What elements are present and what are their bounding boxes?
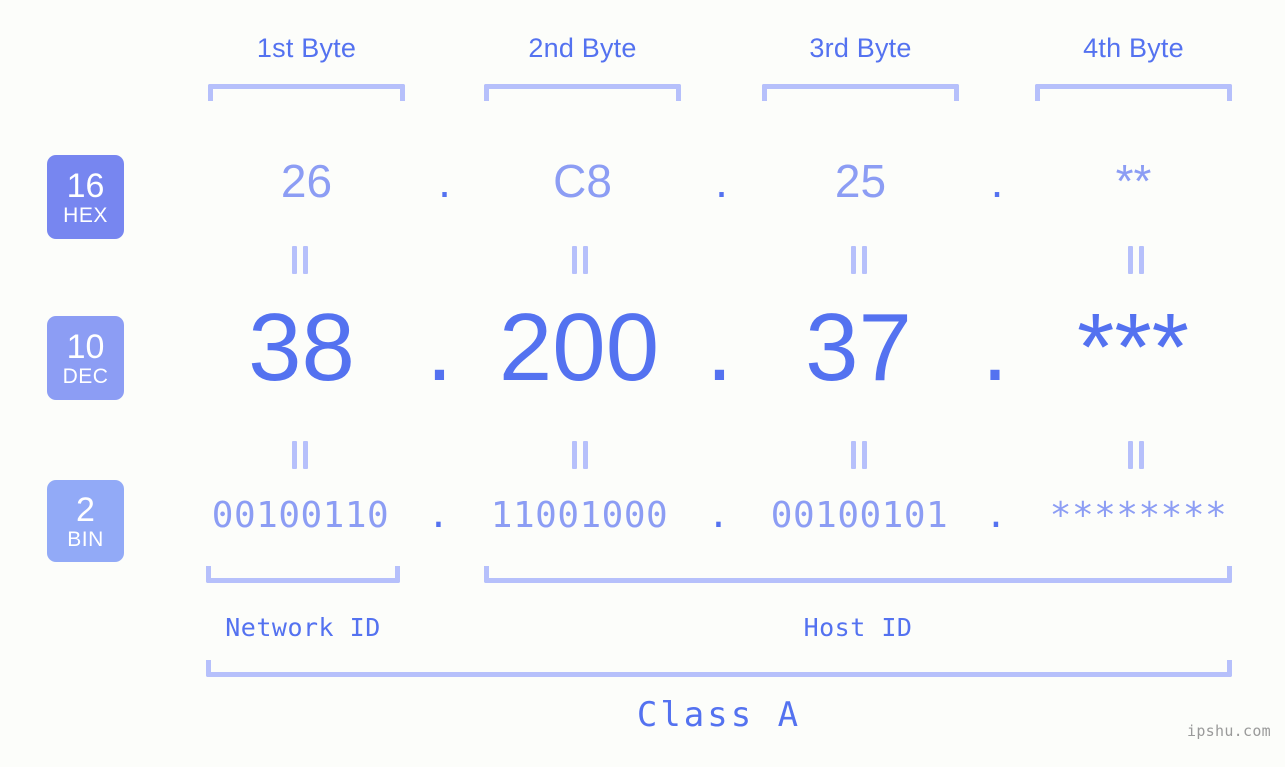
dec-byte-4: *** <box>1076 294 1190 401</box>
hex-byte-3: 25 <box>834 155 887 207</box>
hex-byte-4: ** <box>1115 155 1152 207</box>
byte-header-4: 4th Byte <box>1083 33 1184 63</box>
base-badge-dec-number: 10 <box>66 327 105 366</box>
bin-byte-1: 00100110 <box>211 495 390 536</box>
base-badge-bin: 2 BIN <box>47 480 124 562</box>
byte-bracket-2 <box>484 84 681 101</box>
equals-mark-dec-bin-2 <box>572 441 588 469</box>
dec-byte-1: 38 <box>248 294 355 401</box>
bin-separator-2: . <box>707 495 730 536</box>
host-id-bracket <box>484 566 1232 583</box>
base-badge-hex-number: 16 <box>66 166 105 205</box>
hex-byte-2: C8 <box>553 155 612 207</box>
dec-byte-2: 200 <box>498 294 660 401</box>
base-badge-bin-name: BIN <box>67 527 104 551</box>
network-id-label: Network ID <box>225 613 381 642</box>
base-badge-hex-name: HEX <box>63 203 108 227</box>
bin-separator-3: . <box>985 495 1007 536</box>
byte-bracket-1 <box>208 84 405 101</box>
base-badge-dec: 10 DEC <box>47 316 124 400</box>
network-id-bracket <box>206 566 400 583</box>
byte-bracket-3 <box>762 84 959 101</box>
dec-separator-3: . <box>981 294 1009 401</box>
equals-mark-hex-dec-3 <box>851 246 867 274</box>
site-watermark: ipshu.com <box>1187 722 1271 740</box>
bin-byte-2: 11001000 <box>490 495 669 536</box>
equals-mark-dec-bin-3 <box>851 441 867 469</box>
ip-address-breakdown-diagram: 1st Byte 2nd Byte 3rd Byte 4th Byte 16 H… <box>0 0 1285 767</box>
equals-mark-dec-bin-1 <box>292 441 308 469</box>
bin-byte-4: ******** <box>1049 495 1228 536</box>
hex-separator-1: . <box>438 155 451 207</box>
equals-mark-hex-dec-4 <box>1128 246 1144 274</box>
class-label: Class A <box>636 695 802 735</box>
base-badge-bin-number: 2 <box>76 490 95 529</box>
dec-separator-2: . <box>706 294 733 401</box>
byte-header-1: 1st Byte <box>256 33 357 63</box>
equals-mark-hex-dec-2 <box>572 246 588 274</box>
equals-mark-dec-bin-4 <box>1128 441 1144 469</box>
byte-bracket-4 <box>1035 84 1232 101</box>
bin-separator-1: . <box>427 495 450 536</box>
bin-byte-3: 00100101 <box>770 495 949 536</box>
hex-separator-2: . <box>715 155 728 207</box>
class-bracket <box>206 660 1232 677</box>
dec-byte-3: 37 <box>805 294 912 401</box>
base-badge-dec-name: DEC <box>62 364 109 388</box>
byte-header-2: 2nd Byte <box>528 33 637 63</box>
hex-separator-3: . <box>990 155 1004 207</box>
byte-header-3: 3rd Byte <box>809 33 912 63</box>
equals-mark-hex-dec-1 <box>292 246 308 274</box>
dec-separator-1: . <box>426 294 453 401</box>
base-badge-hex: 16 HEX <box>47 155 124 239</box>
host-id-label: Host ID <box>803 613 913 642</box>
hex-byte-1: 26 <box>280 155 333 207</box>
